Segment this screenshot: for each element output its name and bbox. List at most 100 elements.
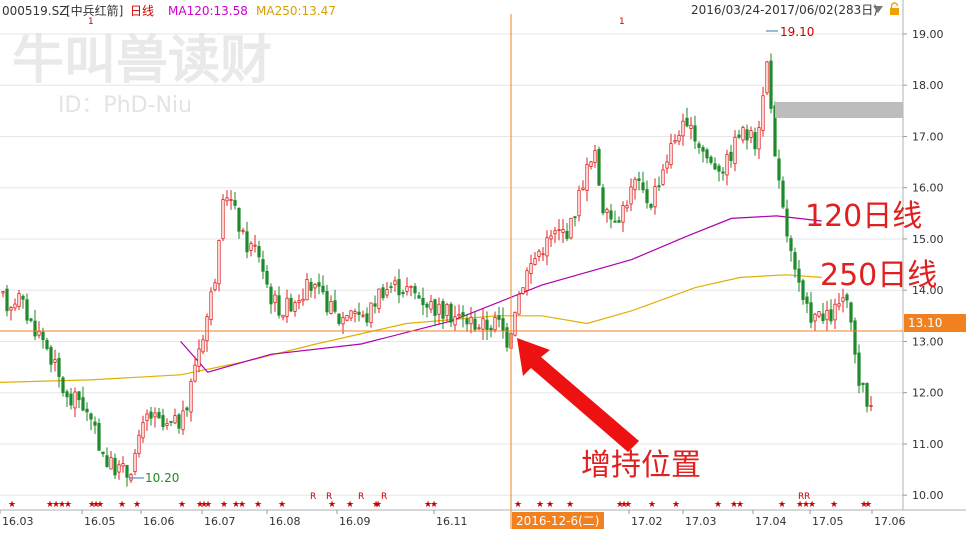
candle	[581, 180, 585, 191]
candle-body	[645, 189, 649, 204]
candle	[281, 314, 285, 321]
signal-r: R	[381, 492, 387, 502]
candle-body	[325, 291, 329, 313]
candle	[49, 344, 53, 373]
candle	[65, 389, 69, 408]
candle	[9, 305, 13, 321]
candle	[357, 302, 361, 322]
candle	[809, 291, 813, 329]
candle	[353, 308, 357, 323]
candle-body	[301, 298, 305, 302]
candle	[705, 147, 709, 164]
candle-body	[557, 229, 561, 232]
candle-body	[717, 165, 721, 172]
candle-body	[757, 127, 761, 150]
candle	[865, 382, 869, 413]
candle	[25, 293, 29, 325]
candle-body	[869, 405, 873, 407]
signal-star: ★	[536, 500, 544, 510]
candle-body	[865, 383, 869, 407]
candle-body	[269, 286, 273, 305]
candle-body	[529, 263, 533, 274]
candle	[133, 448, 137, 476]
candle	[709, 155, 713, 165]
candle	[597, 146, 601, 186]
candle-body	[749, 130, 753, 138]
candle-body	[493, 316, 497, 331]
candle	[549, 230, 553, 247]
candle	[297, 294, 301, 310]
candle-body	[97, 423, 101, 451]
candle-body	[689, 124, 693, 129]
candle-body	[93, 421, 97, 426]
lock-icon[interactable]	[890, 2, 899, 15]
candle-body	[805, 296, 809, 304]
candle	[605, 207, 609, 223]
ma250-legend: MA250:13.47	[256, 4, 336, 18]
candle-body	[245, 231, 249, 253]
candle	[93, 416, 97, 435]
stock-chart[interactable]: 牛叫兽读财 ID：PhD-Niu 000519.SZ [中兵红箭] 日线 MA1…	[0, 0, 966, 529]
candle-body	[305, 279, 309, 301]
candle	[453, 305, 457, 331]
candle-body	[129, 474, 133, 481]
candle-body	[633, 178, 637, 191]
signal-star: ★	[430, 500, 438, 510]
candle-body	[713, 163, 717, 170]
candle-body	[421, 297, 425, 306]
candle-body	[69, 393, 73, 406]
candle-body	[501, 318, 505, 331]
candle-body	[13, 303, 17, 309]
candle-body	[685, 117, 689, 127]
candle	[233, 192, 237, 210]
chart-svg[interactable]: 牛叫兽读财 ID：PhD-Niu 000519.SZ [中兵红箭] 日线 MA1…	[0, 0, 966, 529]
candle-body	[765, 61, 769, 94]
candle	[645, 180, 649, 209]
candle-body	[473, 318, 477, 330]
candle-body	[657, 185, 661, 188]
y-tick-label: 19.00	[912, 28, 944, 41]
candle-body	[665, 161, 669, 169]
candle	[201, 334, 205, 355]
signal-star: ★	[830, 500, 838, 510]
candle-body	[837, 303, 841, 307]
signal-star: ★	[238, 500, 246, 510]
candle-body	[653, 186, 657, 208]
candle	[473, 312, 477, 333]
candle	[477, 323, 481, 331]
candle	[737, 129, 741, 140]
candle	[429, 294, 433, 314]
candle-body	[33, 320, 37, 337]
signal-star: ★	[864, 500, 872, 510]
candle-body	[597, 148, 601, 186]
candle	[293, 300, 297, 317]
chart-period: 日线	[130, 4, 154, 18]
candle	[817, 311, 821, 319]
label-120-line: 120日线	[805, 199, 922, 234]
signal-star: ★	[118, 500, 126, 510]
candle-body	[485, 319, 489, 330]
candle-body	[553, 230, 557, 235]
candle	[301, 288, 305, 306]
candle	[45, 337, 49, 351]
arrow-label: 增持位置	[581, 448, 701, 483]
signal-star: ★	[672, 500, 680, 510]
candle-body	[629, 186, 633, 205]
candle-body	[569, 217, 573, 239]
candle-body	[477, 327, 481, 330]
candle	[189, 378, 193, 422]
candle-body	[273, 294, 277, 304]
candle-body	[229, 199, 233, 201]
candle	[669, 133, 673, 169]
candle-body	[81, 397, 85, 411]
candle-body	[605, 209, 609, 213]
candlestick-series	[1, 53, 873, 487]
candle	[141, 415, 145, 443]
candle-body	[9, 306, 13, 311]
candle-body	[413, 286, 417, 294]
candle-body	[321, 285, 325, 293]
signal-star: ★	[133, 500, 141, 510]
candle-body	[153, 412, 157, 418]
candle-body	[233, 200, 237, 206]
candle	[261, 250, 265, 280]
